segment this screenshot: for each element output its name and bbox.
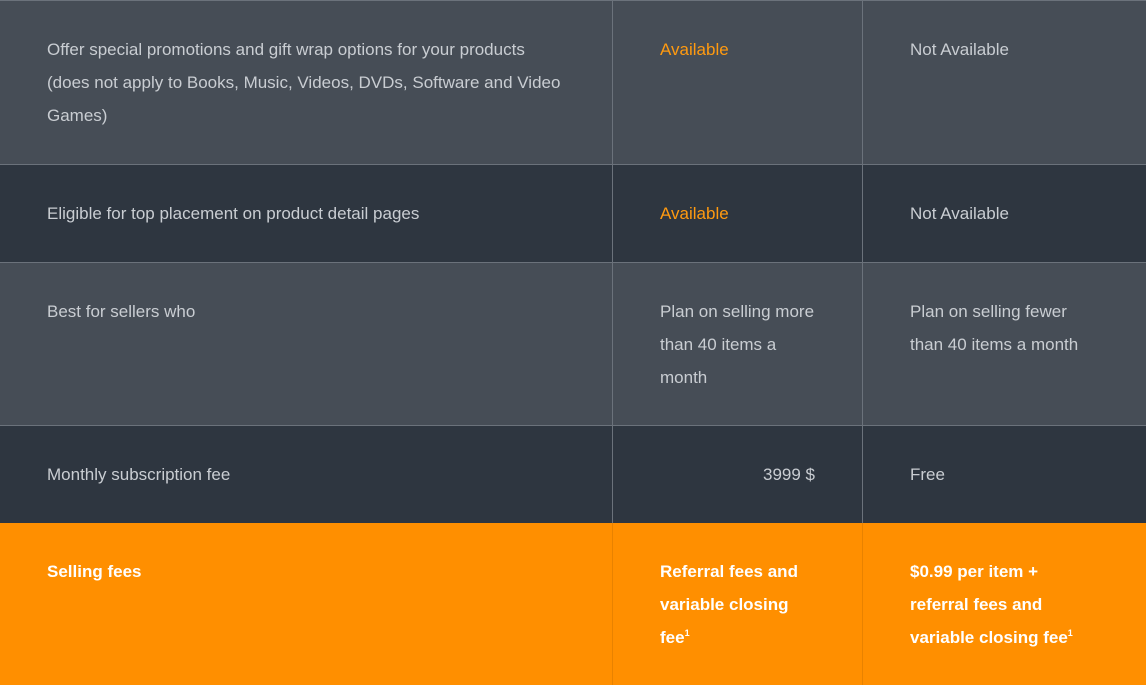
individual-plan-value: Plan on selling fewer than 40 items a mo… [862, 263, 1146, 425]
pro-plan-value: Available [612, 165, 862, 262]
plan-comparison-table: Offer special promotions and gift wrap o… [0, 0, 1146, 685]
pro-fee-text: Referral fees and variable closing fee [660, 562, 798, 647]
individual-plan-value: Free [862, 426, 1146, 523]
table-row: Best for sellers who Plan on selling mor… [0, 262, 1146, 425]
feature-label: Eligible for top placement on product de… [47, 204, 420, 223]
pro-plan-value: Available [612, 1, 862, 164]
feature-label: Best for sellers who [47, 302, 196, 321]
individual-plan-fees: $0.99 per item + referral fees and varia… [862, 523, 1146, 685]
individual-fee-text: $0.99 per item + referral fees and varia… [910, 562, 1068, 647]
pro-plan-value: Plan on selling more than 40 items a mon… [612, 263, 862, 425]
table-row: Offer special promotions and gift wrap o… [0, 0, 1146, 164]
feature-label: Offer special promotions and gift wrap o… [47, 40, 561, 125]
footnote-marker: 1 [1067, 628, 1073, 638]
pro-plan-fees: Referral fees and variable closing fee1 [612, 523, 862, 685]
individual-plan-value: Not Available [862, 165, 1146, 262]
feature-label: Monthly subscription fee [47, 465, 231, 484]
pro-plan-value: 3999 $ [612, 426, 862, 523]
feature-label: Selling fees [47, 562, 142, 581]
footnote-marker: 1 [684, 628, 690, 638]
table-row: Eligible for top placement on product de… [0, 164, 1146, 262]
selling-fees-row: Selling fees Referral fees and variable … [0, 523, 1146, 685]
individual-plan-value: Not Available [862, 1, 1146, 164]
table-row: Monthly subscription fee 3999 $ Free [0, 425, 1146, 523]
